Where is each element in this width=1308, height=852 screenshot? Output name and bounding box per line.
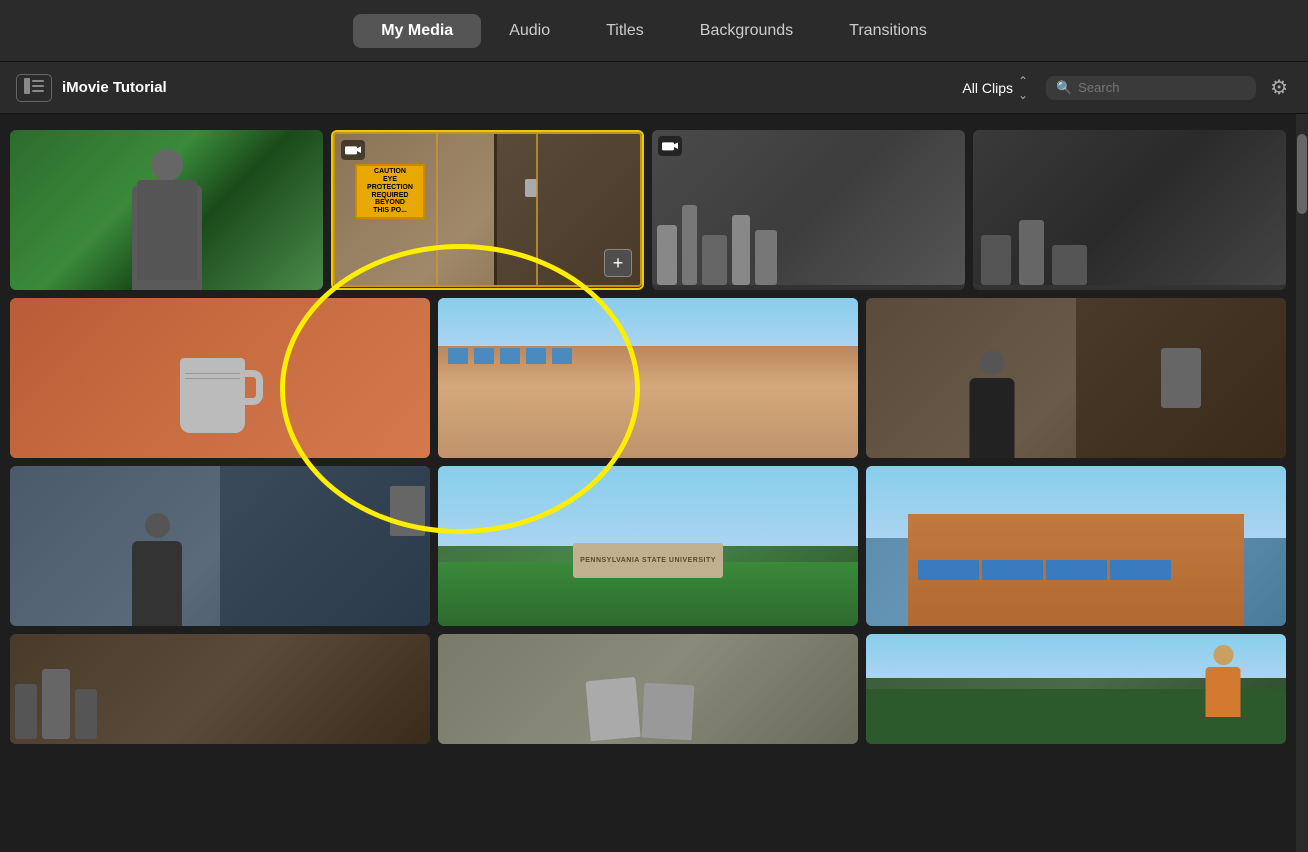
- clip-greenscreen[interactable]: [10, 130, 323, 290]
- caution-text: CAUTIONEYEPROTECTIONREQUIREDBEYONDTHIS P…: [367, 168, 413, 214]
- toolbar: iMovie Tutorial All Clips ⌃⌄ 🔍 ⚙: [0, 62, 1308, 114]
- camera-svg-2: [662, 139, 678, 151]
- tab-my-media[interactable]: My Media: [353, 14, 481, 48]
- clip-thumbnail-caution: CAUTIONEYEPROTECTIONREQUIREDBEYONDTHIS P…: [333, 132, 642, 287]
- clip-bags-materials[interactable]: [438, 634, 858, 744]
- clip-thumbnail-workshop1: [652, 130, 965, 285]
- clip-building-exterior[interactable]: [438, 298, 858, 458]
- all-clips-dropdown[interactable]: All Clips ⌃⌄: [954, 70, 1036, 106]
- grid-row-1: CAUTIONEYEPROTECTIONREQUIREDBEYONDTHIS P…: [10, 130, 1286, 290]
- clip-thumbnail-bags: [438, 634, 858, 744]
- clip-outdoor-worker[interactable]: [866, 634, 1286, 744]
- media-grid[interactable]: CAUTIONEYEPROTECTIONREQUIREDBEYONDTHIS P…: [0, 114, 1296, 852]
- clip-thumbnail-outdoor: [866, 634, 1286, 744]
- divider-line-1: [436, 134, 438, 285]
- scrollbar-thumb[interactable]: [1297, 134, 1307, 214]
- camera-svg: [345, 143, 361, 155]
- clip-thumbnail-mug: [10, 298, 430, 458]
- clip-metal-mug[interactable]: [10, 298, 430, 458]
- clip-thumbnail-campus: [866, 466, 1286, 626]
- clip-thumbnail-psu: PENNSYLVANIA STATE UNIVERSITY: [438, 466, 858, 626]
- clip-thumbnail-workshop3: [10, 634, 430, 744]
- gear-icon: ⚙: [1270, 77, 1288, 99]
- caution-sign: CAUTIONEYEPROTECTIONREQUIREDBEYONDTHIS P…: [355, 164, 425, 219]
- clip-psu-sign[interactable]: PENNSYLVANIA STATE UNIVERSITY: [438, 466, 858, 626]
- camera-icon-workshop1: [658, 136, 682, 156]
- tab-transitions[interactable]: Transitions: [821, 14, 955, 48]
- search-box: 🔍: [1046, 76, 1256, 100]
- clip-interview-woman-2[interactable]: [10, 466, 430, 626]
- add-to-timeline-button[interactable]: +: [604, 249, 632, 277]
- divider-line-2: [536, 134, 538, 285]
- clip-thumbnail-workshop2: [973, 130, 1286, 285]
- library-title: iMovie Tutorial: [62, 79, 944, 96]
- scrollbar-track[interactable]: [1296, 114, 1308, 852]
- clip-workshop-machinery[interactable]: [652, 130, 965, 290]
- clip-dark-machinery[interactable]: [973, 130, 1286, 290]
- clip-interview-woman-1[interactable]: [866, 298, 1286, 458]
- camera-icon-caution: [341, 140, 365, 160]
- clip-caution-door[interactable]: CAUTIONEYEPROTECTIONREQUIREDBEYONDTHIS P…: [331, 130, 644, 290]
- chevron-updown-icon: ⌃⌄: [1018, 74, 1028, 102]
- sidebar-toggle-icon: [24, 78, 44, 97]
- search-input[interactable]: [1078, 80, 1238, 95]
- clip-thumbnail-interview1: [866, 298, 1286, 458]
- grid-row-4: [10, 634, 1286, 744]
- search-icon: 🔍: [1056, 80, 1072, 96]
- all-clips-label: All Clips: [962, 80, 1013, 96]
- tab-titles[interactable]: Titles: [578, 14, 672, 48]
- main-content: CAUTIONEYEPROTECTIONREQUIREDBEYONDTHIS P…: [0, 114, 1308, 852]
- grid-row-2: [10, 298, 1286, 458]
- clip-thumbnail-building1: [438, 298, 858, 458]
- top-navigation: My Media Audio Titles Backgrounds Transi…: [0, 0, 1308, 62]
- grid-row-3: PENNSYLVANIA STATE UNIVERSITY: [10, 466, 1286, 626]
- clip-thumbnail-interview2: [10, 466, 430, 626]
- tab-audio[interactable]: Audio: [481, 14, 578, 48]
- clip-workshop-people[interactable]: [10, 634, 430, 744]
- clip-campus-building[interactable]: [866, 466, 1286, 626]
- tab-backgrounds[interactable]: Backgrounds: [672, 14, 821, 48]
- sidebar-toggle-button[interactable]: [16, 74, 52, 102]
- clip-thumbnail-greenscreen: [10, 130, 323, 290]
- settings-button[interactable]: ⚙: [1266, 71, 1292, 104]
